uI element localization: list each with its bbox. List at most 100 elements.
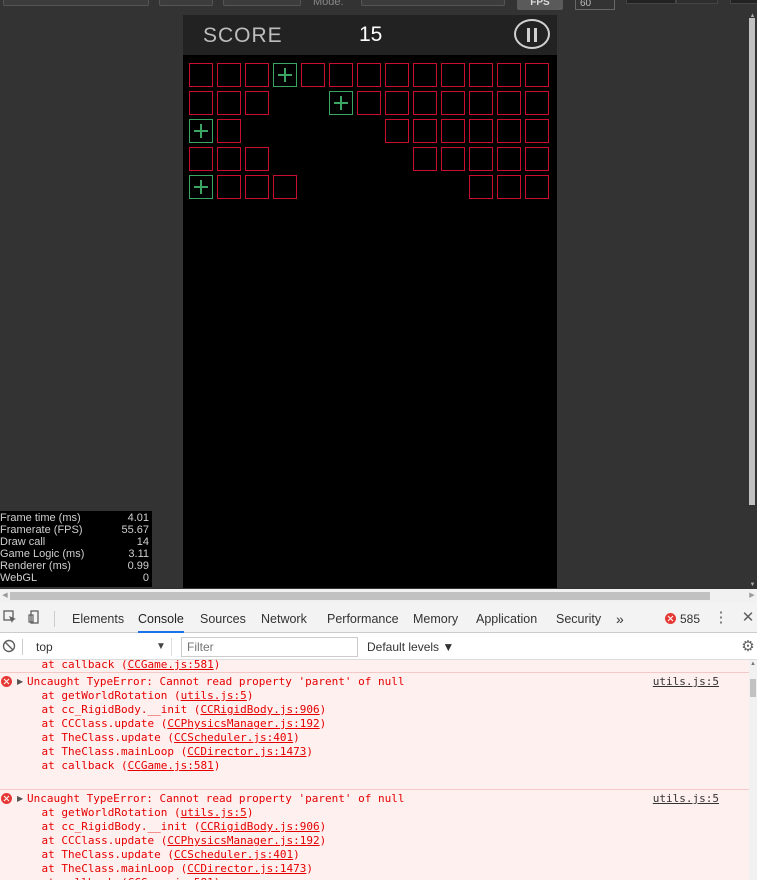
expand-triangle-icon[interactable]: ▶ [17,792,23,806]
stat-row: Draw call 14 [0,536,152,548]
more-tabs-icon[interactable]: » [616,603,624,633]
red-block [413,119,437,143]
close-icon[interactable]: ✕ [740,610,756,626]
source-link[interactable]: CCDirector.js:1473 [187,745,306,758]
default-levels-select[interactable]: Default levels ▼ [367,638,454,656]
game-canvas[interactable]: SCORE 15 [183,15,557,588]
red-block [441,147,465,171]
toolbar-dropdown[interactable] [3,0,149,6]
red-block [525,175,549,199]
stat-value: 0.99 [127,560,149,572]
devtools-panel: Elements Console Sources Network Perform… [0,603,757,880]
red-block [385,91,409,115]
stat-row: Frame time (ms) 4.01 [0,512,152,524]
source-link[interactable]: CCRigidBody.js:906 [200,820,319,833]
devtools-tabbar: Elements Console Sources Network Perform… [0,603,757,633]
red-block [245,63,269,87]
plus-block[interactable] [273,63,297,87]
stat-label: Renderer (ms) [0,560,71,572]
stack-trace-line: at callback (CCGame.js:581) [15,876,749,880]
stack-trace-line: at getWorldRotation (utils.js:5) [15,806,254,819]
fps-value-input[interactable]: 60 [575,0,615,10]
red-block [525,63,549,87]
source-link[interactable]: utils.js:5 [181,806,247,819]
tab-memory[interactable]: Memory [413,603,458,633]
error-source-link[interactable]: utils.js:5 [653,792,719,806]
page: Mode: FPS 60 SCORE 15 Frame time (ms) 4.0… [0,0,757,880]
clear-console-icon[interactable] [1,639,17,655]
mode-select[interactable] [361,0,505,6]
source-link[interactable]: CCPhysicsManager.js:192 [167,834,319,847]
source-link[interactable]: utils.js:5 [181,689,247,702]
console-scrollbar[interactable]: ▲ [749,660,757,880]
stat-value: 55.67 [121,524,149,536]
stack-trace-line: at cc_RigidBody.__init (CCRigidBody.js:9… [15,703,327,716]
stack-trace-line: at cc_RigidBody.__init (CCRigidBody.js:9… [15,820,327,833]
source-link[interactable]: CCPhysicsManager.js:192 [167,717,319,730]
error-message[interactable]: Uncaught TypeError: Cannot read property… [27,792,749,806]
vertical-scrollbar[interactable]: ▲ ▼ [748,12,757,589]
context-select[interactable]: top [28,638,172,656]
console-filterbar: top ▼ Default levels ▼ ⚙ [0,634,757,660]
inspect-element-icon[interactable] [2,610,18,626]
error-count[interactable]: 585 [680,603,700,636]
red-block [497,119,521,143]
red-block [413,147,437,171]
stack-trace-line: at callback (CCGame.js:581) [15,660,221,671]
red-block [217,63,241,87]
scrollbar-thumb[interactable] [10,592,710,600]
error-icon [1,793,12,804]
filter-input[interactable] [181,637,358,657]
scroll-up-icon[interactable]: ▲ [749,660,757,668]
settings-gear-icon[interactable]: ⚙ [740,639,756,655]
chevron-down-icon[interactable]: ▼ [156,638,166,656]
red-block [441,63,465,87]
tab-application[interactable]: Application [476,603,537,633]
tab-sources[interactable]: Sources [200,603,246,633]
stack-trace-line: at TheClass.mainLoop (CCDirector.js:1473… [15,745,314,758]
scroll-right-icon[interactable]: ▶ [747,589,757,603]
device-toolbar-icon[interactable] [27,610,43,626]
toolbar-divider [22,639,23,655]
toolbar-segment[interactable] [676,0,718,4]
more-options-icon[interactable]: ⋮ [713,610,729,626]
fps-toggle-button[interactable]: FPS [517,0,563,10]
horizontal-scrollbar[interactable]: ◀ ▶ [0,589,757,603]
pause-button[interactable] [514,19,550,49]
stack-trace-line: at TheClass.mainLoop (CCDirector.js:1473… [15,862,314,875]
toolbar-button[interactable] [223,0,301,6]
error-message[interactable]: Uncaught TypeError: Cannot read property… [27,675,749,689]
red-block [357,63,381,87]
tab-network[interactable]: Network [261,603,307,633]
tab-console[interactable]: Console [138,603,184,633]
source-link[interactable]: CCScheduler.js:401 [174,848,293,861]
expand-triangle-icon[interactable]: ▶ [17,675,23,689]
red-block [329,63,353,87]
red-block [525,91,549,115]
plus-block[interactable] [329,91,353,115]
tab-security[interactable]: Security [556,603,601,633]
source-link[interactable]: CCRigidBody.js:906 [200,703,319,716]
red-block [301,63,325,87]
source-link[interactable]: CCDirector.js:1473 [187,862,306,875]
scrollbar-thumb[interactable] [749,18,755,505]
source-link[interactable]: CCGame.js:581 [128,660,214,671]
toolbar-button[interactable] [159,0,213,6]
source-link[interactable]: CCGame.js:581 [128,876,214,880]
error-count-icon[interactable] [665,613,676,624]
source-link[interactable]: CCGame.js:581 [128,759,214,772]
toolbar-segment[interactable] [626,0,676,4]
scrollbar-thumb[interactable] [750,679,756,697]
tab-elements[interactable]: Elements [72,603,124,633]
scroll-down-icon[interactable]: ▼ [748,581,757,589]
source-link[interactable]: CCScheduler.js:401 [174,731,293,744]
toolbar-segment[interactable] [730,0,757,4]
red-block [217,147,241,171]
error-source-link[interactable]: utils.js:5 [653,675,719,689]
mode-label: Mode: [313,0,344,8]
stat-label: Frame time (ms) [0,512,81,524]
plus-block[interactable] [189,175,213,199]
tab-performance[interactable]: Performance [327,603,399,633]
scroll-left-icon[interactable]: ◀ [0,589,10,603]
plus-block[interactable] [189,119,213,143]
